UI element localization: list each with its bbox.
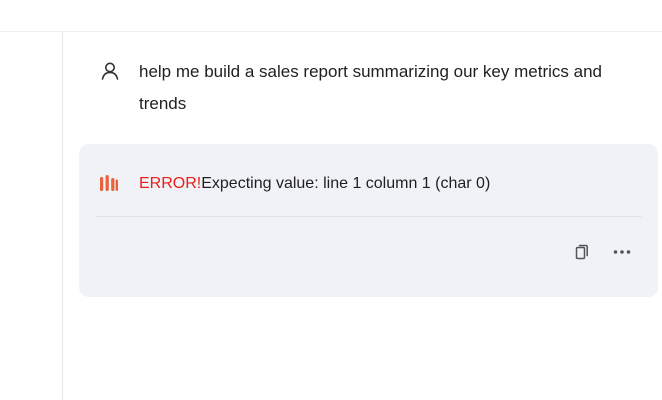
more-options-button[interactable] bbox=[612, 242, 632, 262]
user-icon bbox=[100, 61, 120, 81]
user-message-text: help me build a sales report summarizing… bbox=[139, 62, 602, 113]
more-dots-icon bbox=[613, 250, 631, 254]
sidebar-panel bbox=[0, 32, 63, 400]
error-message: Expecting value: line 1 column 1 (char 0… bbox=[201, 175, 491, 192]
error-label: ERROR! bbox=[139, 175, 202, 192]
top-bar bbox=[0, 0, 662, 32]
assistant-reply-card: ERROR!Expecting value: line 1 column 1 (… bbox=[79, 144, 658, 297]
copy-button[interactable] bbox=[572, 242, 592, 262]
copy-icon bbox=[575, 244, 588, 260]
divider bbox=[96, 216, 642, 217]
assistant-reply-text: ERROR!Expecting value: line 1 column 1 (… bbox=[139, 171, 490, 197]
bot-logo-icon bbox=[99, 174, 119, 194]
